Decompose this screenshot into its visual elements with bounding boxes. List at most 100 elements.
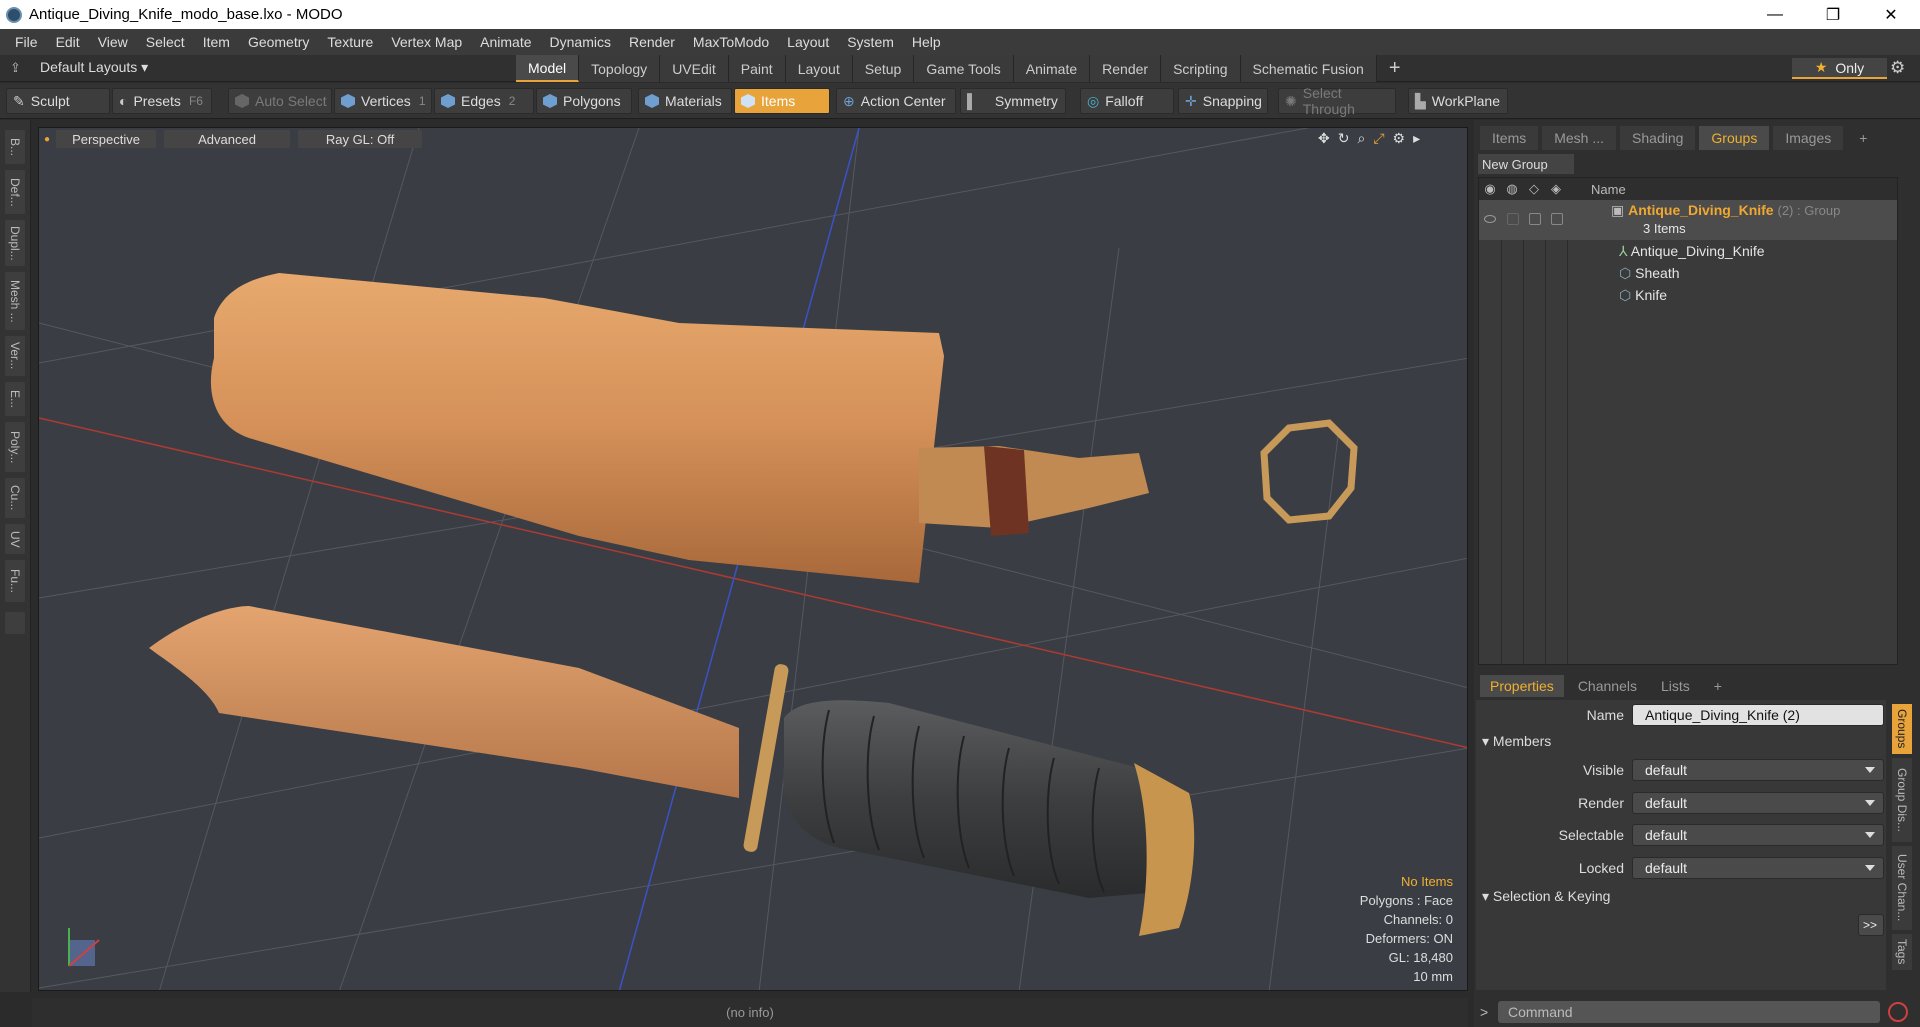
tab-topology[interactable]: Topology	[579, 55, 661, 82]
command-input[interactable]: Command	[1498, 1001, 1880, 1023]
vertices-button[interactable]: Vertices 1	[334, 88, 432, 114]
menu-render[interactable]: Render	[620, 34, 684, 50]
only-button[interactable]: ★ Only	[1792, 58, 1887, 79]
menu-texture[interactable]: Texture	[318, 34, 382, 50]
vtab-deform[interactable]: Def...	[5, 170, 25, 214]
vtab-user-channels[interactable]: User Chan...	[1892, 846, 1912, 930]
tab-game-tools[interactable]: Game Tools	[914, 55, 1014, 82]
members-section[interactable]: ▾ Members	[1482, 733, 1551, 750]
presets-button[interactable]: ◐ Presets F6	[112, 88, 212, 114]
add-props-tab-button[interactable]: +	[1704, 675, 1732, 697]
eye-icon[interactable]	[1484, 215, 1496, 223]
render-checkbox[interactable]	[1529, 213, 1541, 225]
menu-vertex-map[interactable]: Vertex Map	[382, 34, 471, 50]
restore-button[interactable]: ❐	[1804, 0, 1862, 29]
visible-dropdown[interactable]: default	[1632, 759, 1884, 781]
tab-layout[interactable]: Layout	[785, 55, 853, 82]
menu-file[interactable]: File	[6, 34, 47, 50]
menu-help[interactable]: Help	[903, 34, 950, 50]
vtab-fusion[interactable]: Fu...	[5, 560, 25, 602]
snapping-button[interactable]: ✛ Snapping	[1178, 88, 1268, 114]
lock-toggle[interactable]	[1507, 213, 1519, 225]
new-group-button[interactable]: New Group	[1478, 154, 1574, 174]
record-icon[interactable]	[1888, 1002, 1908, 1022]
menu-layout[interactable]: Layout	[778, 34, 838, 50]
tab-mesh[interactable]: Mesh ...	[1542, 126, 1617, 150]
menu-view[interactable]: View	[89, 34, 137, 50]
select-col-icon[interactable]: ◈	[1545, 181, 1567, 197]
symmetry-button[interactable]: ▌ Symmetry	[960, 88, 1066, 114]
member-row[interactable]: ⬡ Sheath	[1479, 262, 1897, 284]
vtab-tags[interactable]: Tags	[1892, 934, 1912, 970]
tab-uvedit[interactable]: UVEdit	[660, 55, 729, 82]
render-col-icon[interactable]: ◇	[1523, 181, 1545, 197]
name-column-header[interactable]: Name	[1591, 182, 1626, 197]
advanced-button[interactable]: Advanced	[164, 130, 291, 148]
select-through-button[interactable]: ✺ Select Through	[1278, 85, 1396, 117]
vtab-groups[interactable]: Groups	[1892, 704, 1912, 754]
viewport-expand-icon[interactable]: ▸	[1413, 130, 1420, 147]
3d-viewport[interactable]	[38, 127, 1468, 991]
gear-icon[interactable]: ⚙	[1890, 58, 1905, 78]
vtab-group-display[interactable]: Group Dis...	[1892, 758, 1912, 842]
name-field[interactable]: Antique_Diving_Knife (2)	[1632, 704, 1884, 726]
close-button[interactable]: ✕	[1862, 0, 1920, 29]
member-row[interactable]: ⬡ Knife	[1479, 284, 1897, 306]
group-row[interactable]: ▣ Antique_Diving_Knife (2) : Group 3 Ite…	[1479, 200, 1897, 240]
vtab-extra[interactable]	[5, 612, 25, 634]
more-button[interactable]: >>	[1858, 914, 1884, 936]
menu-item[interactable]: Item	[194, 34, 239, 50]
tab-setup[interactable]: Setup	[852, 55, 915, 82]
auto-select-button[interactable]: Auto Select	[228, 88, 332, 114]
tab-model[interactable]: Model	[516, 55, 580, 82]
tab-animate[interactable]: Animate	[1013, 55, 1091, 82]
vtab-uv[interactable]: UV	[5, 524, 25, 554]
tab-images[interactable]: Images	[1773, 126, 1844, 150]
vtab-curve[interactable]: Cu...	[5, 478, 25, 518]
tab-channels[interactable]: Channels	[1568, 675, 1647, 697]
zoom-view-icon[interactable]: ⌕	[1357, 130, 1365, 147]
tab-paint[interactable]: Paint	[728, 55, 786, 82]
menu-edit[interactable]: Edit	[47, 34, 89, 50]
selectable-dropdown[interactable]: default	[1632, 824, 1884, 846]
visibility-col-icon[interactable]: ◉	[1479, 181, 1501, 197]
move-view-icon[interactable]: ✥	[1318, 130, 1330, 147]
tab-items[interactable]: Items	[1480, 126, 1539, 150]
default-layouts-dropdown[interactable]: Default Layouts ▾	[40, 59, 148, 76]
minimize-button[interactable]: —	[1746, 0, 1804, 29]
polygons-button[interactable]: Polygons	[536, 88, 632, 114]
sculpt-button[interactable]: ✎ Sculpt	[6, 88, 110, 114]
materials-button[interactable]: Materials	[638, 88, 732, 114]
render-dropdown[interactable]: default	[1632, 792, 1884, 814]
vtab-basic[interactable]: B...	[5, 130, 25, 164]
tab-groups[interactable]: Groups	[1699, 126, 1770, 150]
tab-lists[interactable]: Lists	[1651, 675, 1700, 697]
rotate-view-icon[interactable]: ↻	[1338, 130, 1350, 147]
tab-render[interactable]: Render	[1090, 55, 1162, 82]
perspective-button[interactable]: Perspective	[56, 130, 157, 148]
lock-col-icon[interactable]: ◍	[1501, 181, 1523, 197]
vtab-edge[interactable]: E...	[5, 382, 25, 416]
selection-keying-section[interactable]: ▾ Selection & Keying	[1482, 888, 1610, 905]
vtab-polygon[interactable]: Poly...	[5, 422, 25, 472]
vtab-vertex[interactable]: Ver...	[5, 336, 25, 376]
workplane-button[interactable]: ▙ WorkPlane	[1408, 88, 1508, 114]
locked-dropdown[interactable]: default	[1632, 857, 1884, 879]
edges-button[interactable]: Edges 2	[434, 88, 534, 114]
menu-dynamics[interactable]: Dynamics	[541, 34, 620, 50]
menu-geometry[interactable]: Geometry	[239, 34, 318, 50]
menu-select[interactable]: Select	[137, 34, 194, 50]
select-checkbox[interactable]	[1551, 213, 1563, 225]
action-center-button[interactable]: ⊕ Action Center	[836, 88, 956, 114]
viewport-settings-icon[interactable]: ⚙	[1393, 130, 1406, 147]
tab-properties[interactable]: Properties	[1480, 675, 1564, 697]
menu-animate[interactable]: Animate	[471, 34, 540, 50]
vtab-mesh-edit[interactable]: Mesh ...	[5, 272, 25, 330]
raygl-button[interactable]: Ray GL: Off	[298, 130, 423, 148]
add-tab-button[interactable]: +	[1377, 55, 1413, 82]
member-row[interactable]: ⅄ Antique_Diving_Knife	[1479, 240, 1897, 262]
tab-shading[interactable]: Shading	[1620, 126, 1696, 150]
tab-scripting[interactable]: Scripting	[1161, 55, 1241, 82]
vtab-duplicate[interactable]: Dupl...	[5, 220, 25, 266]
menu-maxtomodo[interactable]: MaxToModo	[684, 34, 778, 50]
